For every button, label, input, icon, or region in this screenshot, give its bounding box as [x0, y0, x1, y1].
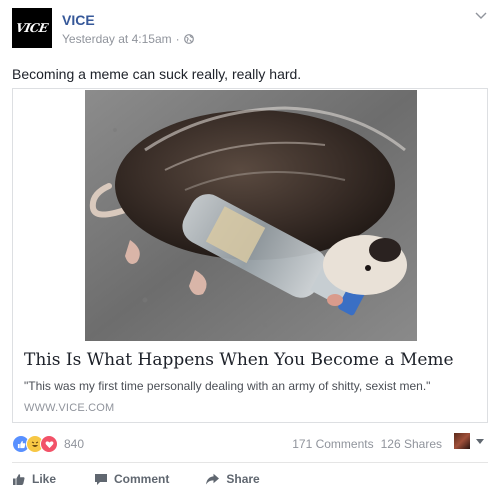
share-button[interactable]: Share [205, 463, 260, 495]
link-image[interactable] [85, 90, 417, 341]
viewer-avatar[interactable] [454, 433, 470, 449]
post-text: Becoming a meme can suck really, really … [12, 66, 302, 82]
engagement-counts: 171 Comments 126 Shares [292, 437, 442, 451]
link-domain: WWW.VICE.COM [24, 402, 115, 414]
shares-count-link[interactable]: 126 Shares [381, 437, 442, 451]
page-name-link[interactable]: VICE [62, 12, 95, 28]
post-options-chevron-icon[interactable] [474, 8, 488, 22]
reaction-count: 840 [64, 437, 85, 451]
globe-icon[interactable] [183, 34, 194, 44]
opossum-photo [85, 90, 417, 341]
post-actions: Like Comment Share [12, 463, 488, 495]
post-timestamp[interactable]: Yesterday at 4:15am [62, 32, 172, 46]
avatar-logo-text: VICE [14, 21, 50, 35]
like-icon [13, 473, 25, 485]
meta-separator: · [175, 32, 180, 46]
post-card: VICE VICE Yesterday at 4:15am · Becoming… [0, 0, 500, 495]
comment-label: Comment [114, 472, 170, 486]
link-preview-body: This Is What Happens When You Become a M… [24, 349, 478, 414]
comments-count-link[interactable]: 171 Comments [292, 437, 373, 451]
viewer-dropdown-chevron-icon[interactable] [476, 439, 484, 444]
comment-icon [95, 473, 108, 485]
share-label: Share [226, 472, 260, 486]
love-reaction-icon [40, 435, 58, 453]
link-preview-card[interactable]: This Is What Happens When You Become a M… [12, 88, 488, 423]
post-header: VICE VICE Yesterday at 4:15am · [12, 8, 488, 52]
like-label: Like [32, 472, 57, 486]
page-avatar[interactable]: VICE [12, 8, 52, 48]
share-icon [206, 473, 220, 484]
reaction-summary[interactable]: 840 [12, 435, 84, 453]
post-stats: 840 171 Comments 126 Shares [12, 433, 488, 455]
like-button[interactable]: Like [12, 463, 56, 495]
link-description: "This was my first time personally deali… [24, 379, 431, 393]
comment-button[interactable]: Comment [94, 463, 169, 495]
link-title[interactable]: This Is What Happens When You Become a M… [24, 349, 478, 371]
post-meta: Yesterday at 4:15am · [62, 32, 194, 46]
